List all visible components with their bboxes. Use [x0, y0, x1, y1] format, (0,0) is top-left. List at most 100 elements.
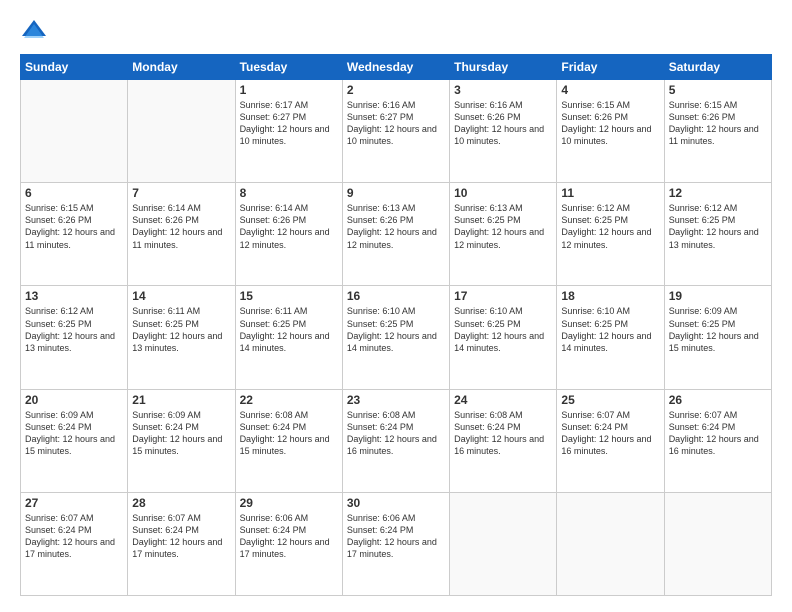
day-cell: 11Sunrise: 6:12 AM Sunset: 6:25 PM Dayli…: [557, 183, 664, 286]
day-info: Sunrise: 6:12 AM Sunset: 6:25 PM Dayligh…: [25, 305, 123, 354]
day-info: Sunrise: 6:07 AM Sunset: 6:24 PM Dayligh…: [25, 512, 123, 561]
day-cell: 30 Sunrise: 6:06 AM Sunset: 6:24 PM Dayli…: [342, 492, 449, 595]
day-number: 22: [240, 393, 338, 407]
day-cell: 24Sunrise: 6:08 AM Sunset: 6:24 PM Dayli…: [450, 389, 557, 492]
day-number: 30: [347, 496, 445, 510]
day-cell: 13 Sunrise: 6:12 AM Sunset: 6:25 PM Dayli…: [21, 286, 128, 389]
day-number: 21: [132, 393, 230, 407]
day-cell: 22 Sunrise: 6:08 AM Sunset: 6:24 PM Dayli…: [235, 389, 342, 492]
day-cell: 26Sunrise: 6:07 AM Sunset: 6:24 PM Dayli…: [664, 389, 771, 492]
day-info: Sunrise: 6:11 AM Sunset: 6:25 PM Dayligh…: [240, 305, 338, 354]
day-cell: [128, 80, 235, 183]
weekday-tuesday: Tuesday: [235, 55, 342, 80]
day-number: 27: [25, 496, 123, 510]
day-number: 7: [132, 186, 230, 200]
day-number: 3: [454, 83, 552, 97]
weekday-header-row: SundayMondayTuesdayWednesdayThursdayFrid…: [21, 55, 772, 80]
day-cell: 18 Sunrise: 6:10 AM Sunset: 6:25 PM Dayli…: [557, 286, 664, 389]
day-cell: [557, 492, 664, 595]
day-number: 15: [240, 289, 338, 303]
day-cell: 29 Sunrise: 6:06 AM Sunset: 6:24 PM Dayli…: [235, 492, 342, 595]
day-info: Sunrise: 6:08 AM Sunset: 6:24 PM Dayligh…: [454, 409, 552, 458]
day-number: 4: [561, 83, 659, 97]
day-cell: 28 Sunrise: 6:07 AM Sunset: 6:24 PM Dayli…: [128, 492, 235, 595]
day-info: Sunrise: 6:10 AM Sunset: 6:25 PM Dayligh…: [454, 305, 552, 354]
logo-icon: [20, 16, 48, 44]
day-info: Sunrise: 6:09 AM Sunset: 6:25 PM Dayligh…: [669, 305, 767, 354]
day-info: Sunrise: 6:10 AM Sunset: 6:25 PM Dayligh…: [561, 305, 659, 354]
day-number: 8: [240, 186, 338, 200]
day-info: Sunrise: 6:10 AM Sunset: 6:25 PM Dayligh…: [347, 305, 445, 354]
day-info: Sunrise: 6:15 AM Sunset: 6:26 PM Dayligh…: [25, 202, 123, 251]
day-info: Sunrise: 6:07 AM Sunset: 6:24 PM Dayligh…: [561, 409, 659, 458]
day-cell: 3Sunrise: 6:16 AM Sunset: 6:26 PM Daylig…: [450, 80, 557, 183]
day-number: 2: [347, 83, 445, 97]
day-number: 9: [347, 186, 445, 200]
day-number: 14: [132, 289, 230, 303]
day-cell: [21, 80, 128, 183]
day-cell: 15 Sunrise: 6:11 AM Sunset: 6:25 PM Dayli…: [235, 286, 342, 389]
day-cell: 19 Sunrise: 6:09 AM Sunset: 6:25 PM Dayli…: [664, 286, 771, 389]
day-info: Sunrise: 6:15 AM Sunset: 6:26 PM Dayligh…: [561, 99, 659, 148]
day-number: 23: [347, 393, 445, 407]
day-info: Sunrise: 6:12 AM Sunset: 6:25 PM Dayligh…: [561, 202, 659, 251]
day-number: 17: [454, 289, 552, 303]
day-info: Sunrise: 6:14 AM Sunset: 6:26 PM Dayligh…: [132, 202, 230, 251]
day-info: Sunrise: 6:09 AM Sunset: 6:24 PM Dayligh…: [25, 409, 123, 458]
day-number: 20: [25, 393, 123, 407]
logo: [20, 16, 52, 44]
day-cell: [664, 492, 771, 595]
day-info: Sunrise: 6:07 AM Sunset: 6:24 PM Dayligh…: [132, 512, 230, 561]
day-info: Sunrise: 6:14 AM Sunset: 6:26 PM Dayligh…: [240, 202, 338, 251]
day-cell: 25 Sunrise: 6:07 AM Sunset: 6:24 PM Dayli…: [557, 389, 664, 492]
day-info: Sunrise: 6:08 AM Sunset: 6:24 PM Dayligh…: [240, 409, 338, 458]
day-info: Sunrise: 6:06 AM Sunset: 6:24 PM Dayligh…: [347, 512, 445, 561]
day-cell: 16 Sunrise: 6:10 AM Sunset: 6:25 PM Dayli…: [342, 286, 449, 389]
day-number: 29: [240, 496, 338, 510]
week-row-3: 13 Sunrise: 6:12 AM Sunset: 6:25 PM Dayli…: [21, 286, 772, 389]
day-info: Sunrise: 6:15 AM Sunset: 6:26 PM Dayligh…: [669, 99, 767, 148]
day-cell: 14 Sunrise: 6:11 AM Sunset: 6:25 PM Dayli…: [128, 286, 235, 389]
day-info: Sunrise: 6:16 AM Sunset: 6:27 PM Dayligh…: [347, 99, 445, 148]
weekday-saturday: Saturday: [664, 55, 771, 80]
day-number: 26: [669, 393, 767, 407]
day-number: 13: [25, 289, 123, 303]
day-info: Sunrise: 6:17 AM Sunset: 6:27 PM Dayligh…: [240, 99, 338, 148]
day-cell: 2 Sunrise: 6:16 AM Sunset: 6:27 PM Daylig…: [342, 80, 449, 183]
day-number: 25: [561, 393, 659, 407]
day-number: 12: [669, 186, 767, 200]
day-cell: 5 Sunrise: 6:15 AM Sunset: 6:26 PM Daylig…: [664, 80, 771, 183]
header: [20, 16, 772, 44]
day-info: Sunrise: 6:13 AM Sunset: 6:25 PM Dayligh…: [454, 202, 552, 251]
day-info: Sunrise: 6:13 AM Sunset: 6:26 PM Dayligh…: [347, 202, 445, 251]
day-cell: 6Sunrise: 6:15 AM Sunset: 6:26 PM Daylig…: [21, 183, 128, 286]
page: SundayMondayTuesdayWednesdayThursdayFrid…: [0, 0, 792, 612]
day-number: 28: [132, 496, 230, 510]
day-number: 5: [669, 83, 767, 97]
day-cell: 27 Sunrise: 6:07 AM Sunset: 6:24 PM Dayli…: [21, 492, 128, 595]
day-info: Sunrise: 6:11 AM Sunset: 6:25 PM Dayligh…: [132, 305, 230, 354]
week-row-4: 20 Sunrise: 6:09 AM Sunset: 6:24 PM Dayli…: [21, 389, 772, 492]
weekday-thursday: Thursday: [450, 55, 557, 80]
weekday-friday: Friday: [557, 55, 664, 80]
day-cell: 23 Sunrise: 6:08 AM Sunset: 6:24 PM Dayli…: [342, 389, 449, 492]
day-cell: 20 Sunrise: 6:09 AM Sunset: 6:24 PM Dayli…: [21, 389, 128, 492]
day-number: 10: [454, 186, 552, 200]
weekday-sunday: Sunday: [21, 55, 128, 80]
day-cell: 21Sunrise: 6:09 AM Sunset: 6:24 PM Dayli…: [128, 389, 235, 492]
day-number: 18: [561, 289, 659, 303]
day-info: Sunrise: 6:12 AM Sunset: 6:25 PM Dayligh…: [669, 202, 767, 251]
day-cell: 9 Sunrise: 6:13 AM Sunset: 6:26 PM Daylig…: [342, 183, 449, 286]
day-number: 19: [669, 289, 767, 303]
weekday-wednesday: Wednesday: [342, 55, 449, 80]
day-number: 16: [347, 289, 445, 303]
day-cell: 1Sunrise: 6:17 AM Sunset: 6:27 PM Daylig…: [235, 80, 342, 183]
calendar-table: SundayMondayTuesdayWednesdayThursdayFrid…: [20, 54, 772, 596]
weekday-monday: Monday: [128, 55, 235, 80]
day-cell: 12 Sunrise: 6:12 AM Sunset: 6:25 PM Dayli…: [664, 183, 771, 286]
day-info: Sunrise: 6:06 AM Sunset: 6:24 PM Dayligh…: [240, 512, 338, 561]
week-row-2: 6Sunrise: 6:15 AM Sunset: 6:26 PM Daylig…: [21, 183, 772, 286]
day-info: Sunrise: 6:08 AM Sunset: 6:24 PM Dayligh…: [347, 409, 445, 458]
day-cell: 10 Sunrise: 6:13 AM Sunset: 6:25 PM Dayli…: [450, 183, 557, 286]
day-cell: [450, 492, 557, 595]
